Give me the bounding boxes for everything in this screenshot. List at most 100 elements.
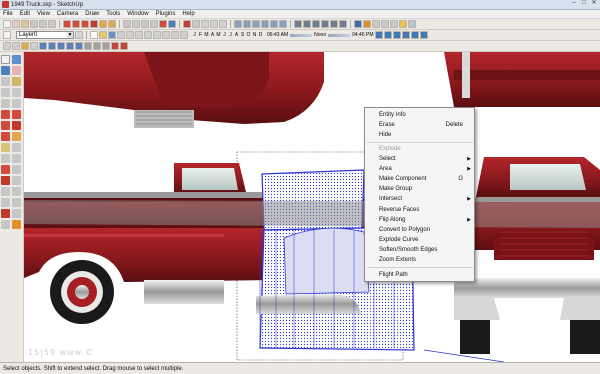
scale-icon[interactable] (1, 132, 10, 141)
menu-item-entity-info[interactable]: Entity Info (365, 110, 475, 120)
save-file-icon[interactable] (108, 31, 116, 39)
shaded-icon[interactable] (321, 20, 329, 28)
circle-icon[interactable] (1, 88, 10, 97)
time-track[interactable] (328, 33, 351, 37)
axes-tool-icon[interactable] (159, 20, 167, 28)
paint-bucket-icon[interactable] (168, 20, 176, 28)
menu-item-reverse-faces[interactable]: Reverse Faces (365, 205, 475, 215)
text-tool-icon[interactable] (150, 20, 158, 28)
time-track[interactable] (290, 33, 313, 37)
walk-icon[interactable] (372, 20, 380, 28)
solid-outer-icon[interactable] (75, 42, 83, 50)
circle-tool-icon[interactable] (39, 20, 47, 28)
scale-tool-icon[interactable] (99, 20, 107, 28)
dimension-icon[interactable] (132, 20, 140, 28)
tape-measure-icon[interactable] (1, 143, 10, 152)
look-around-icon[interactable] (390, 20, 398, 28)
view-back-icon[interactable] (270, 20, 278, 28)
plugin-tool-icon[interactable] (84, 42, 92, 50)
menu-item-flip-along[interactable]: Flip Along ▶ (365, 215, 475, 225)
freehand-icon[interactable] (12, 99, 21, 108)
month-letter[interactable]: D (258, 32, 263, 38)
solid-split-icon[interactable] (66, 42, 74, 50)
position-camera-icon[interactable] (381, 20, 389, 28)
shaded-textures-icon[interactable] (330, 20, 338, 28)
redo-icon[interactable] (162, 31, 170, 39)
menu-item-erase[interactable]: Erase Delete (365, 120, 475, 130)
solid-subtract-icon[interactable] (48, 42, 56, 50)
eraser-tool-icon[interactable] (12, 20, 20, 28)
push-pull-icon[interactable] (63, 20, 71, 28)
walk-icon[interactable] (12, 209, 21, 218)
view-front-icon[interactable] (252, 20, 260, 28)
previous-view-icon[interactable] (12, 198, 21, 207)
select-tool-icon[interactable] (3, 20, 11, 28)
plugin-tool-icon[interactable] (102, 42, 110, 50)
dimension-icon[interactable] (12, 143, 21, 152)
hidden-line-icon[interactable] (312, 20, 320, 28)
menu-item-area[interactable]: Area ▶ (365, 164, 475, 174)
tape-measure-icon[interactable] (123, 20, 131, 28)
sandbox-icon[interactable] (392, 31, 401, 39)
month-letter[interactable]: A (234, 32, 239, 38)
menu-item-explode-curve[interactable]: Explode Curve (365, 235, 475, 245)
arc-icon[interactable] (12, 88, 21, 97)
month-letter[interactable]: N (252, 32, 257, 38)
sandbox-icon[interactable] (374, 31, 383, 39)
follow-me-icon[interactable] (12, 121, 21, 130)
menu-item-flight-path[interactable]: Flight Path (365, 270, 475, 280)
menu-plugins[interactable]: Plugins (156, 11, 176, 17)
protractor-icon[interactable] (141, 20, 149, 28)
sandbox-icon[interactable] (401, 31, 410, 39)
section-plane-icon[interactable] (363, 20, 371, 28)
zoom-icon[interactable] (201, 20, 209, 28)
wireframe-icon[interactable] (303, 20, 311, 28)
shadow-time-slider[interactable]: 06:43 AM Noon 04:46 PM (267, 32, 374, 38)
menu-item-intersect[interactable]: Intersect ▶ (365, 194, 475, 204)
month-letter[interactable]: M (216, 32, 221, 38)
month-letter[interactable]: S (240, 32, 245, 38)
sandbox-icon[interactable] (410, 31, 419, 39)
paste-icon[interactable] (135, 31, 143, 39)
menu-draw[interactable]: Draw (85, 11, 99, 17)
month-letter[interactable]: O (246, 32, 251, 38)
position-camera-icon[interactable] (1, 209, 10, 218)
month-letter[interactable]: J (228, 32, 233, 38)
follow-me-icon[interactable] (90, 20, 98, 28)
menu-tools[interactable]: Tools (106, 11, 120, 17)
month-letter[interactable]: J (192, 32, 197, 38)
plugin-tool-icon[interactable] (93, 42, 101, 50)
fog-icon[interactable] (408, 20, 416, 28)
month-letter[interactable]: M (204, 32, 209, 38)
orbit-icon[interactable] (1, 176, 10, 185)
minimize-icon[interactable]: – (570, 0, 578, 7)
close-icon[interactable]: ✕ (590, 0, 598, 7)
menu-file[interactable]: File (3, 11, 13, 17)
view-iso-icon[interactable] (234, 20, 242, 28)
rotate-icon[interactable] (1, 121, 10, 130)
menu-item-make-component[interactable]: Make Component G (365, 174, 475, 184)
zoom-icon[interactable] (1, 187, 10, 196)
view-left-icon[interactable] (279, 20, 287, 28)
month-letter[interactable]: A (210, 32, 215, 38)
menu-item-make-group[interactable]: Make Group (365, 184, 475, 194)
sandbox-icon[interactable] (383, 31, 392, 39)
section-plane-icon[interactable] (12, 220, 21, 229)
pencil-tool-icon[interactable] (21, 20, 29, 28)
3d-text-icon[interactable] (12, 165, 21, 174)
month-letter[interactable]: J (222, 32, 227, 38)
zoom-window-icon[interactable] (210, 20, 218, 28)
solid-trim-icon[interactable] (57, 42, 65, 50)
line-icon[interactable] (12, 77, 21, 86)
axes-icon[interactable] (1, 165, 10, 174)
menu-view[interactable]: View (37, 11, 50, 17)
text-icon[interactable] (12, 154, 21, 163)
xray-icon[interactable] (294, 20, 302, 28)
zoom-extents-icon[interactable] (219, 20, 227, 28)
view-right-icon[interactable] (261, 20, 269, 28)
rectangle-tool-icon[interactable] (30, 20, 38, 28)
menu-item-select[interactable]: Select ▶ (365, 154, 475, 164)
menu-edit[interactable]: Edit (20, 11, 30, 17)
plugin-tool-icon[interactable] (120, 42, 128, 50)
rotate-tool-icon[interactable] (81, 20, 89, 28)
